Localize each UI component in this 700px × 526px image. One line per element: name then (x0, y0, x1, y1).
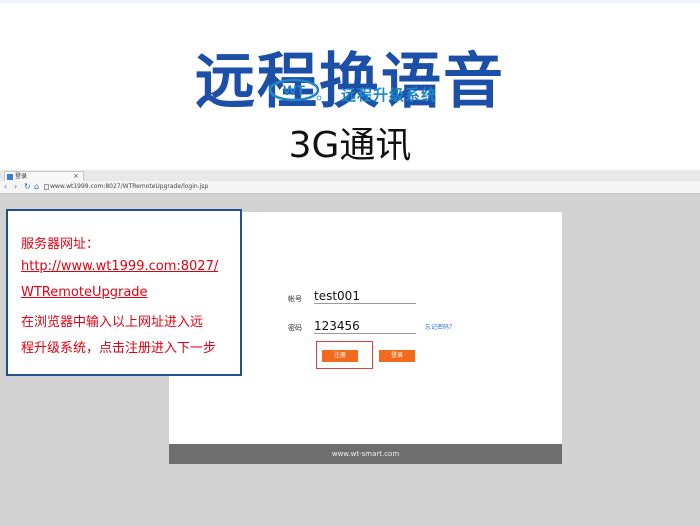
page-subtitle: 3G通讯 (288, 125, 412, 166)
refresh-icon[interactable]: ↻ (24, 181, 31, 193)
callout-instruction-line2: 程升级系统，点击注册进入下一步 (21, 341, 217, 356)
address-bar: ‹ › ↻ ⌂ www.wt1999.com:8027/WTRemoteUpgr… (0, 181, 700, 194)
wt-logo: WT (268, 78, 322, 102)
page-icon (44, 184, 49, 190)
account-label: 帐号 (288, 295, 302, 303)
register-button[interactable]: 注册 (322, 350, 358, 362)
callout-url-line2: WTRemoteUpgrade (21, 285, 148, 300)
tab-bar: 登录 × (0, 170, 700, 181)
home-icon[interactable]: ⌂ (34, 181, 39, 193)
password-label: 密码 (288, 324, 302, 332)
close-icon[interactable]: × (73, 171, 79, 181)
callout-url-line1: http://www.wt1999.com:8027/ (21, 259, 219, 274)
forward-icon[interactable]: › (14, 181, 17, 193)
password-input[interactable]: 123456 (314, 319, 416, 334)
account-input[interactable]: test001 (314, 289, 416, 304)
back-icon[interactable]: ‹ (4, 181, 7, 193)
browser-tab[interactable]: 登录 × (4, 171, 84, 181)
svg-text:WT: WT (283, 82, 305, 98)
page-icon (7, 174, 13, 180)
top-strip (0, 0, 700, 3)
login-button[interactable]: 登录 (379, 350, 415, 362)
system-title: 远程升级系统 (341, 86, 438, 104)
annotation-box: 服务器网址： http://www.wt1999.com:8027/ WTRem… (6, 209, 242, 376)
forgot-password-link[interactable]: 忘记密码？ (425, 322, 455, 331)
site-footer: www.wt-smart.com (169, 444, 562, 464)
tab-title: 登录 (15, 173, 28, 180)
callout-instruction-line1: 在浏览器中输入以上网址进入远 (21, 315, 204, 330)
callout-heading: 服务器网址： (21, 237, 100, 252)
url-field[interactable]: www.wt1999.com:8027/WTRemoteUpgrade/logi… (50, 181, 208, 193)
